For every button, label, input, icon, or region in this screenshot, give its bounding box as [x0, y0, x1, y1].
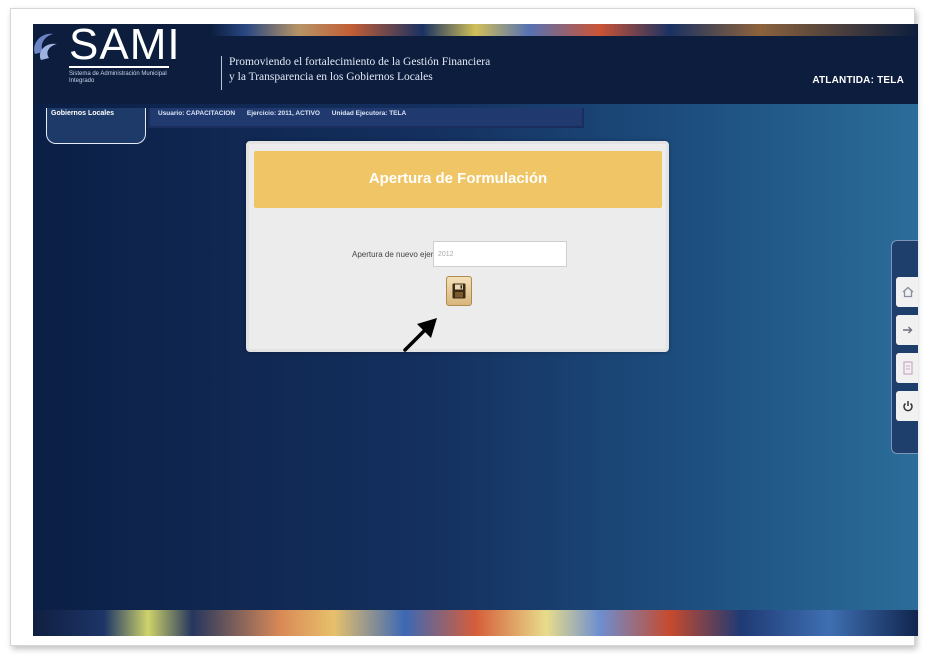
location-label: ATLANTIDA: TELA [812, 75, 904, 86]
dock-home-button[interactable] [896, 277, 918, 307]
tagline-line-1: Promoviendo el fortalecimiento de la Ges… [229, 56, 491, 68]
panel-title: Apertura de Formulación [368, 170, 548, 187]
nuevo-ejercicio-input[interactable] [433, 241, 567, 267]
save-button[interactable] [446, 276, 472, 306]
power-icon [903, 401, 913, 412]
exit-icon [903, 326, 913, 334]
dock-report-button[interactable] [896, 353, 918, 383]
info-unit: Unidad Ejecutora: TELA [331, 110, 407, 117]
logo-text: SAMI [69, 24, 181, 69]
dock-exit-button[interactable] [896, 315, 918, 345]
dock-power-button[interactable] [896, 391, 918, 421]
floppy-disk-icon [452, 283, 466, 299]
apertura-formulacion-panel: Apertura de Formulación Apertura de nuev… [246, 141, 669, 352]
tagline-divider [221, 56, 222, 90]
report-icon [903, 361, 913, 375]
logo-subtitle: Sistema de Administración Municipal Inte… [69, 71, 167, 84]
info-user: Usuario: CAPACITACION [158, 110, 236, 117]
tab-gobiernos-locales-label: Gobiernos Locales [51, 110, 115, 117]
side-dock [891, 240, 918, 454]
info-bar-text: Usuario: CAPACITACION Ejercicio: 2011, A… [158, 110, 416, 117]
logo-underline [69, 66, 169, 68]
home-icon [902, 286, 914, 298]
tagline-line-2: y la Transparencia en los Gobiernos Loca… [229, 71, 433, 83]
header: SAMI Sistema de Administración Municipal… [33, 24, 918, 104]
logo-swirl-icon [34, 33, 57, 60]
footer-decorative-strip [33, 610, 918, 636]
info-exercise: Ejercicio: 2011, ACTIVO [246, 110, 320, 117]
arrow-pointer-icon [403, 318, 437, 352]
app-window: SAMI Sistema de Administración Municipal… [33, 24, 918, 636]
panel-header: Apertura de Formulación [254, 151, 662, 208]
tagline: Promoviendo el fortalecimiento de la Ges… [229, 55, 490, 85]
